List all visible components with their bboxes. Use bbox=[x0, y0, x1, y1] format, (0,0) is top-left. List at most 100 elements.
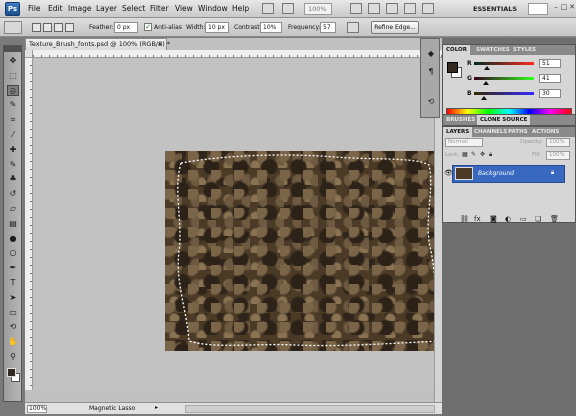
healing-brush-tool-icon[interactable]: ✚ bbox=[7, 144, 19, 155]
frequency-input[interactable]: 57 bbox=[320, 22, 336, 33]
zoom-icon[interactable] bbox=[368, 3, 380, 14]
color-foreground-swatch[interactable] bbox=[447, 62, 458, 73]
new-layer-icon[interactable]: ❏ bbox=[535, 215, 541, 223]
lock-position-icon[interactable]: ✥ bbox=[480, 151, 485, 158]
shape-tool-icon[interactable]: ▭ bbox=[7, 307, 19, 318]
lock-transparency-icon[interactable]: ▦ bbox=[462, 151, 468, 158]
tab-styles[interactable]: STYLES bbox=[510, 45, 539, 55]
canvas-area[interactable] bbox=[34, 59, 448, 390]
crop-tool-icon[interactable]: ⌗ bbox=[7, 114, 19, 125]
blend-mode-select[interactable]: Normal bbox=[445, 138, 483, 147]
menu-edit[interactable]: Edit bbox=[48, 4, 63, 13]
green-value-input[interactable]: 41 bbox=[539, 74, 561, 83]
tab-layers[interactable]: LAYERS bbox=[443, 127, 473, 137]
zoom-tool-icon[interactable]: ⚲ bbox=[7, 351, 19, 362]
gradient-tool-icon[interactable]: ▤ bbox=[7, 218, 19, 229]
menu-filter[interactable]: Filter bbox=[150, 4, 169, 13]
texture-image[interactable] bbox=[165, 151, 448, 351]
rotate-view-icon[interactable] bbox=[386, 3, 398, 14]
path-selection-tool-icon[interactable]: ➤ bbox=[7, 292, 19, 303]
arrange-documents-icon[interactable] bbox=[404, 3, 416, 14]
tab-paths[interactable]: PATHS bbox=[505, 127, 531, 137]
type-tool-icon[interactable]: T bbox=[7, 277, 19, 288]
history-brush-tool-icon[interactable]: ↺ bbox=[7, 188, 19, 199]
mask-icon[interactable]: ◙ bbox=[490, 215, 497, 223]
hand-icon[interactable] bbox=[350, 3, 362, 14]
tablet-pressure-icon[interactable] bbox=[347, 22, 359, 33]
pen-tool-icon[interactable]: ✒ bbox=[7, 262, 19, 273]
contrast-input[interactable]: 10% bbox=[260, 22, 282, 33]
horizontal-ruler[interactable] bbox=[33, 50, 442, 58]
menu-layer[interactable]: Layer bbox=[96, 4, 117, 13]
blur-tool-icon[interactable]: ● bbox=[7, 233, 19, 244]
lasso-tool-icon[interactable]: ᘐ bbox=[7, 84, 19, 96]
layer-visibility-eye-icon[interactable]: 👁︎ bbox=[444, 169, 453, 177]
history-icon[interactable]: ⟲ bbox=[425, 97, 437, 107]
trash-icon[interactable]: 🗑︎ bbox=[550, 215, 559, 223]
brush-tool-icon[interactable]: ✎ bbox=[7, 159, 19, 170]
menu-image[interactable]: Image bbox=[68, 4, 92, 13]
info-icon[interactable]: ¶ bbox=[425, 67, 437, 77]
tab-swatches[interactable]: SWATCHES bbox=[473, 45, 513, 55]
horizontal-scrollbar[interactable] bbox=[185, 405, 435, 413]
navigator-icon[interactable]: ◆ bbox=[425, 49, 437, 59]
tab-color[interactable]: COLOR bbox=[443, 45, 470, 55]
document-tab[interactable]: Texture_Brush_fonts.psd @ 100% (RGB/8) *… bbox=[25, 38, 170, 50]
tab-clone-source[interactable]: CLONE SOURCE bbox=[477, 115, 531, 125]
menu-file[interactable]: File bbox=[28, 4, 41, 13]
clone-stamp-tool-icon[interactable]: ♣ bbox=[7, 173, 19, 184]
move-tool-icon[interactable]: ✥ bbox=[7, 55, 19, 66]
blue-slider[interactable] bbox=[474, 92, 534, 95]
blue-value-input[interactable]: 30 bbox=[539, 89, 561, 98]
tab-brushes[interactable]: BRUSHES bbox=[443, 115, 478, 125]
3d-rotate-tool-icon[interactable]: ⟲ bbox=[7, 321, 19, 332]
group-icon[interactable]: ▭ bbox=[520, 215, 527, 223]
status-menu-arrow-icon[interactable]: ▸ bbox=[155, 404, 158, 411]
tool-preset-picker[interactable] bbox=[4, 21, 22, 34]
status-zoom-field[interactable]: 100% bbox=[27, 405, 47, 413]
restore-button[interactable]: □ bbox=[560, 3, 568, 11]
ruler-corner[interactable] bbox=[25, 50, 33, 58]
green-slider-thumb[interactable] bbox=[483, 81, 489, 85]
tab-actions[interactable]: ACTIONS bbox=[529, 127, 562, 137]
zoom-level-field[interactable]: 100% bbox=[304, 3, 332, 15]
bridge-icon[interactable] bbox=[262, 3, 274, 14]
new-selection-icon[interactable] bbox=[32, 23, 41, 32]
menu-select[interactable]: Select bbox=[122, 4, 145, 13]
intersect-selection-icon[interactable] bbox=[65, 23, 74, 32]
fill-input[interactable]: 100% bbox=[546, 151, 570, 160]
menu-window[interactable]: Window bbox=[198, 4, 228, 13]
workspace-switcher[interactable]: ESSENTIALS bbox=[473, 3, 527, 15]
fx-icon[interactable]: fx bbox=[474, 215, 481, 223]
vertical-ruler[interactable] bbox=[25, 58, 33, 390]
foreground-color-swatch[interactable] bbox=[7, 368, 16, 377]
quick-selection-tool-icon[interactable]: ✎ bbox=[7, 99, 19, 110]
menu-help[interactable]: Help bbox=[232, 4, 249, 13]
width-input[interactable]: 10 px bbox=[205, 22, 229, 33]
help-search-input[interactable] bbox=[528, 3, 548, 15]
toolbox-header[interactable] bbox=[4, 46, 21, 52]
opacity-input[interactable]: 100% bbox=[546, 138, 570, 147]
close-document-icon[interactable]: × bbox=[158, 39, 163, 50]
view-extras-icon[interactable] bbox=[282, 3, 294, 14]
red-slider-thumb[interactable] bbox=[484, 66, 490, 70]
eraser-tool-icon[interactable]: ▱ bbox=[7, 203, 19, 214]
link-icon[interactable]: ⛓ bbox=[460, 215, 469, 223]
lock-image-icon[interactable]: ✎ bbox=[471, 151, 476, 158]
subtract-selection-icon[interactable] bbox=[54, 23, 63, 32]
add-to-selection-icon[interactable] bbox=[43, 23, 52, 32]
screen-mode-icon[interactable] bbox=[422, 3, 434, 14]
blue-slider-thumb[interactable] bbox=[481, 96, 487, 100]
antialias-checkbox[interactable]: ✓ bbox=[144, 23, 152, 31]
red-slider[interactable] bbox=[474, 62, 534, 65]
hand-tool-icon[interactable]: ✋ bbox=[7, 336, 19, 347]
close-button[interactable]: ✕ bbox=[568, 3, 576, 11]
menu-view[interactable]: View bbox=[175, 4, 193, 13]
red-value-input[interactable]: 51 bbox=[539, 59, 561, 68]
minimize-button[interactable]: – bbox=[552, 3, 560, 11]
marquee-tool-icon[interactable]: ⬚ bbox=[7, 70, 19, 81]
lock-all-icon[interactable]: 🔒︎ bbox=[489, 151, 492, 159]
feather-input[interactable]: 0 px bbox=[114, 22, 138, 33]
adjustment-icon[interactable]: ◐ bbox=[505, 215, 511, 223]
green-slider[interactable] bbox=[474, 77, 534, 80]
